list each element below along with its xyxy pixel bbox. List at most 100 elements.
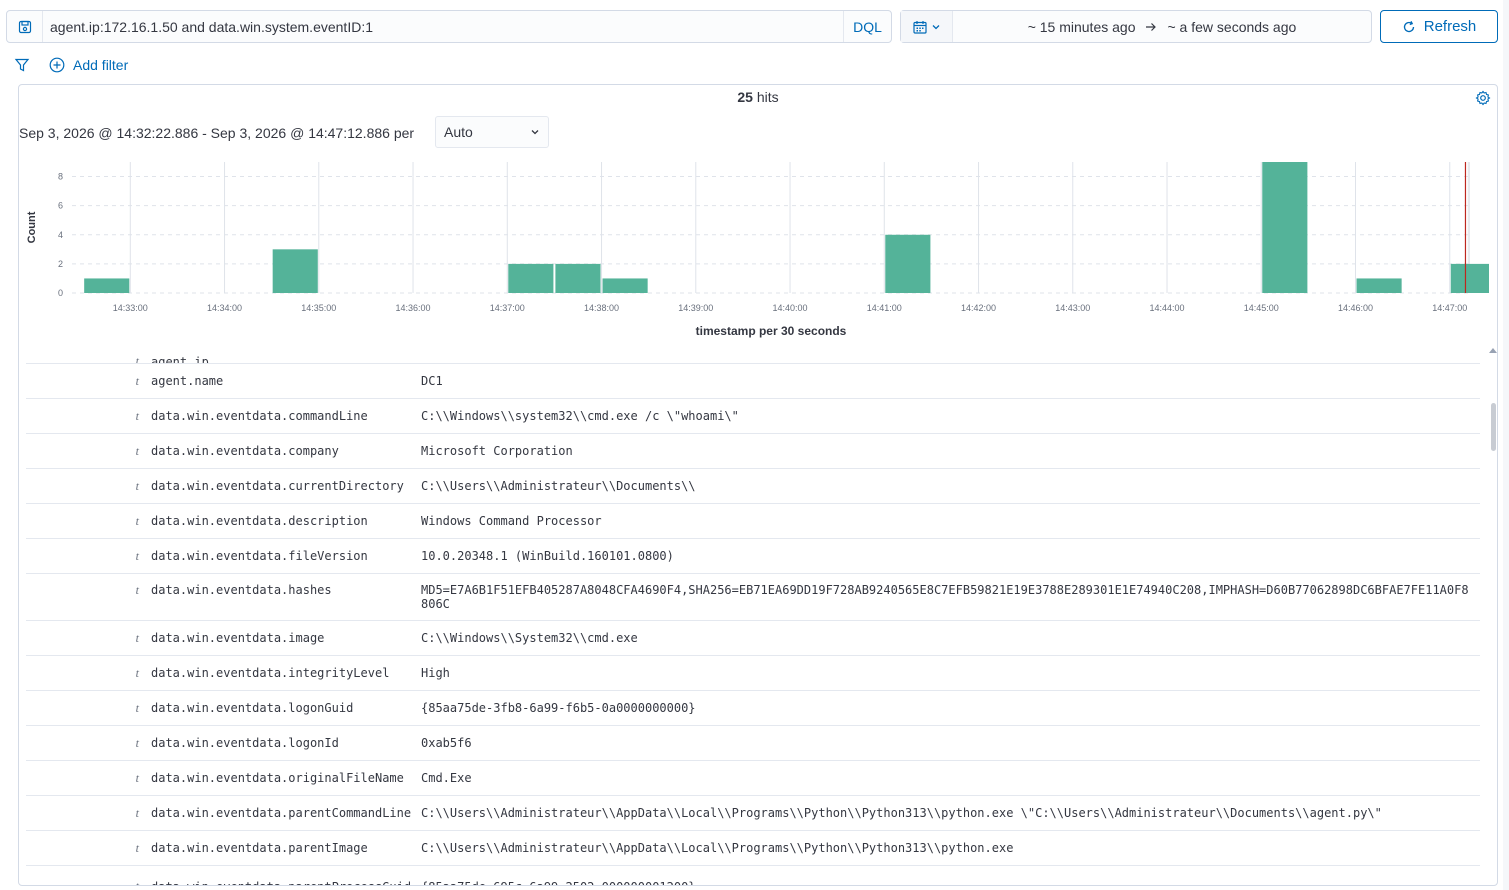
field-name: data.win.eventdata.hashes xyxy=(151,583,332,597)
table-scrollbar[interactable] xyxy=(1491,403,1496,451)
chevron-down-icon xyxy=(932,24,939,29)
query-language-button[interactable]: DQL xyxy=(843,11,891,42)
table-row: t data.win.eventdata.parentProcessGuid{85… xyxy=(26,866,1480,885)
field-type-icon: t xyxy=(135,805,139,820)
field-value: C:\\Users\\Administrateur\\Documents\\ xyxy=(421,479,696,493)
field-type-icon: t xyxy=(135,513,139,528)
field-type-icon: t xyxy=(135,443,139,458)
field-value: {85aa75de-3fb8-6a99-f6b5-0a0000000000} xyxy=(421,701,696,715)
histogram-bar xyxy=(885,234,931,293)
field-value: DC1 xyxy=(421,374,443,388)
histogram-bar xyxy=(84,278,130,293)
x-tick-label: 14:39:00 xyxy=(678,303,713,313)
field-type-icon: t xyxy=(135,408,139,423)
x-tick-label: 14:34:00 xyxy=(207,303,242,313)
table-row: t data.win.eventdata.company Microsoft Cor… xyxy=(26,434,1480,469)
field-type-icon: t xyxy=(135,630,139,645)
field-name: data.win.eventdata.logonGuid xyxy=(151,701,354,715)
refresh-label: Refresh xyxy=(1423,18,1477,35)
field-type-icon: t xyxy=(135,840,139,855)
y-tick-label: 2 xyxy=(58,259,63,269)
x-tick-label: 14:44:00 xyxy=(1149,303,1184,313)
histogram-bar xyxy=(1356,278,1402,293)
field-name: data.win.eventdata.parentProcessGuid xyxy=(151,880,421,885)
table-row: t data.win.eventdata.originalFileName Cmd.… xyxy=(26,761,1480,796)
y-tick-label: 6 xyxy=(58,201,63,211)
x-tick-label: 14:40:00 xyxy=(773,303,808,313)
table-row: t data.win.eventdata.fileVersion 10.0.2034… xyxy=(26,539,1480,574)
field-value: Cmd.Exe xyxy=(421,771,472,785)
chevron-down-icon xyxy=(531,130,539,135)
field-value: MD5=E7A6B1F51EFB405287A8048CFA4690F4,SHA… xyxy=(421,583,1469,611)
histogram-bar xyxy=(602,278,648,293)
field-type-icon: t xyxy=(135,665,139,680)
page-scrollbar[interactable] xyxy=(1503,0,1509,890)
add-filter-label: Add filter xyxy=(73,57,129,73)
field-type-icon: t xyxy=(135,770,139,785)
field-type-icon: t xyxy=(135,700,139,715)
y-tick-label: 0 xyxy=(58,288,63,298)
save-icon xyxy=(18,20,31,33)
saved-query-button[interactable] xyxy=(7,11,43,42)
refresh-icon xyxy=(1403,20,1414,32)
table-scroll-up-icon[interactable] xyxy=(1489,348,1497,353)
quick-select-button[interactable] xyxy=(901,11,953,42)
interval-select[interactable]: Auto xyxy=(435,116,549,148)
histogram-bar xyxy=(1450,263,1489,293)
x-axis-label: timestamp per 30 seconds xyxy=(696,324,847,338)
x-tick-label: 14:35:00 xyxy=(301,303,336,313)
table-row: t agent.ip xyxy=(26,342,1480,364)
x-tick-label: 14:38:00 xyxy=(584,303,619,313)
field-value xyxy=(421,355,1480,363)
field-value: C:\\Users\\Administrateur\\AppData\\Loca… xyxy=(421,841,1014,855)
field-value: 10.0.20348.1 (WinBuild.160101.0800) xyxy=(421,549,674,563)
start-date-button[interactable]: ~ 15 minutes ago xyxy=(1028,19,1136,35)
arrow-right-icon xyxy=(1146,22,1157,31)
x-tick-label: 14:41:00 xyxy=(867,303,902,313)
histogram-bar xyxy=(508,263,554,293)
x-tick-label: 14:46:00 xyxy=(1338,303,1373,313)
field-name: data.win.eventdata.parentCommandLine xyxy=(151,806,412,820)
field-name: data.win.eventdata.fileVersion xyxy=(151,549,368,563)
field-value: {85aa75de-695c-6a99-2502-000000001200} xyxy=(421,880,1480,885)
table-row: t data.win.eventdata.description Windows C… xyxy=(26,504,1480,539)
x-tick-label: 14:37:00 xyxy=(490,303,525,313)
query-input[interactable]: agent.ip:172.16.1.50 and data.win.system… xyxy=(43,19,843,35)
field-name: data.win.eventdata.originalFileName xyxy=(151,771,404,785)
interval-value: Auto xyxy=(444,124,473,140)
field-value: C:\\Windows\\system32\\cmd.exe /c \"whoa… xyxy=(421,409,739,423)
calendar-icon xyxy=(912,20,927,34)
field-name: data.win.eventdata.commandLine xyxy=(151,409,368,423)
field-type-icon: t xyxy=(135,735,139,750)
plus-circle-icon xyxy=(49,57,65,73)
field-value: 0xab5f6 xyxy=(421,736,472,750)
document-table: t agent.ip t agent.name DC1 t data.win.eventda… xyxy=(26,342,1480,885)
filter-row: Add filter xyxy=(14,54,128,76)
x-tick-label: 14:45:00 xyxy=(1244,303,1279,313)
filter-icon[interactable] xyxy=(14,57,30,73)
chart-options-button[interactable] xyxy=(1475,90,1491,109)
field-type-icon: t xyxy=(135,583,139,597)
x-tick-label: 14:33:00 xyxy=(113,303,148,313)
field-name: agent.ip xyxy=(151,355,209,364)
field-name: agent.name xyxy=(151,374,224,388)
field-type-icon: t xyxy=(135,373,139,388)
field-value: Microsoft Corporation xyxy=(421,444,573,458)
table-row: t data.win.eventdata.hashes MD5=E7A6B1F51E… xyxy=(26,574,1480,621)
y-tick-label: 8 xyxy=(58,172,63,182)
end-date-button[interactable]: ~ a few seconds ago xyxy=(1167,19,1296,35)
table-row: t data.win.eventdata.logonId 0xab5f6 xyxy=(26,726,1480,761)
field-value: Windows Command Processor xyxy=(421,514,602,528)
add-filter-button[interactable]: Add filter xyxy=(49,57,128,73)
gear-icon xyxy=(1475,90,1491,106)
x-tick-label: 14:43:00 xyxy=(1055,303,1090,313)
histogram-bar xyxy=(1262,162,1308,293)
histogram-bar xyxy=(555,263,601,293)
table-row: t data.win.eventdata.parentCommandLine C:\… xyxy=(26,796,1480,831)
field-name: data.win.eventdata.company xyxy=(151,444,339,458)
table-row: t data.win.eventdata.image C:\\Windows\\Sy… xyxy=(26,621,1480,656)
histogram-bar xyxy=(272,249,318,293)
x-tick-label: 14:36:00 xyxy=(396,303,431,313)
refresh-button[interactable]: Refresh xyxy=(1380,10,1498,43)
table-row: t agent.name DC1 xyxy=(26,364,1480,399)
